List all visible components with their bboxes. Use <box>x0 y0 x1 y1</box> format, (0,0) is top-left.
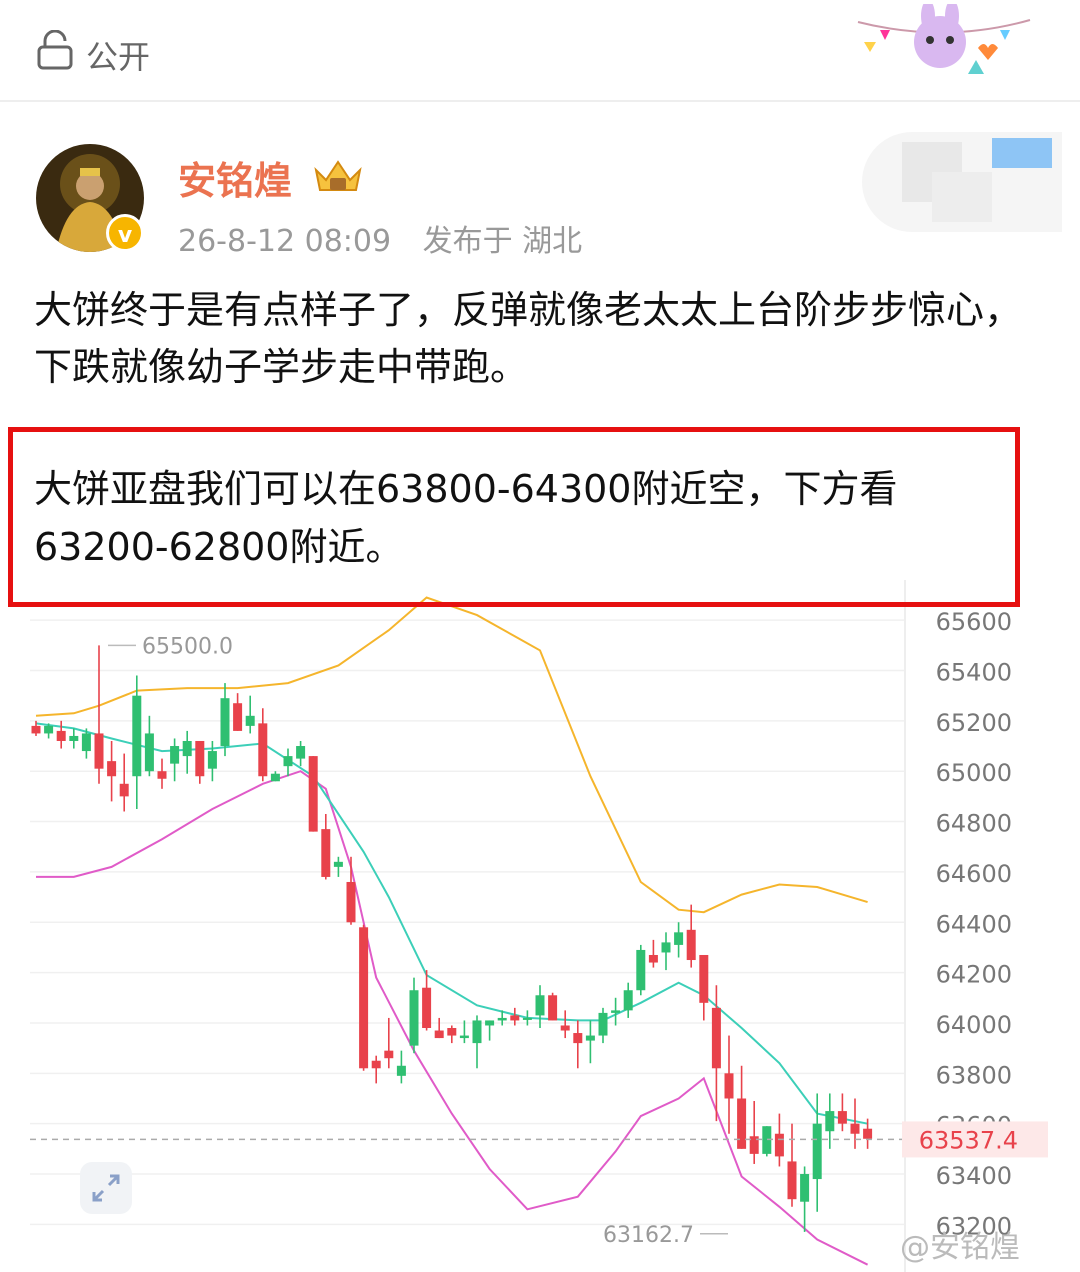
candle-body <box>56 730 66 741</box>
post-timestamp: 26-8-12 08:09 <box>178 224 392 259</box>
candle-body <box>359 927 369 1069</box>
cartoon-decoration-icon <box>857 4 1031 74</box>
y-tick-label: 64000 <box>936 1011 1012 1039</box>
current-price-label: 63537.4 <box>919 1126 1018 1154</box>
candle-body <box>825 1111 835 1132</box>
post-meta: 26-8-12 08:09 发布于 湖北 <box>178 216 582 260</box>
candle-body <box>585 1035 595 1041</box>
candle-body <box>346 881 356 923</box>
candle-body <box>737 1098 747 1149</box>
candle-body <box>270 773 280 782</box>
candle-body <box>94 733 104 769</box>
candle-body <box>144 733 154 772</box>
candle-body <box>711 1007 721 1069</box>
candle-body <box>724 1073 734 1099</box>
candle-body <box>548 995 558 1021</box>
y-tick-label: 64400 <box>936 910 1012 938</box>
candle-body <box>661 942 671 953</box>
candle-body <box>207 751 217 769</box>
candle-body <box>258 723 268 777</box>
y-tick-label: 65200 <box>936 709 1012 737</box>
candle-body <box>611 1010 621 1013</box>
candle-body <box>573 1033 583 1044</box>
top-bar: 公开 <box>0 0 1080 102</box>
y-tick-label: 63400 <box>936 1162 1012 1190</box>
candlestick-chart[interactable]: 6320063400636006380064000642006440064600… <box>0 580 1080 1272</box>
candle-body <box>132 695 142 777</box>
lock-icon <box>37 30 73 70</box>
candle-body <box>522 1017 532 1020</box>
visibility-label[interactable]: 公开 <box>86 32 150 78</box>
candle-body <box>472 1020 482 1044</box>
candle-body <box>636 949 646 991</box>
verified-badge-icon: v <box>106 214 144 252</box>
candle-body <box>296 746 306 759</box>
lower-band-line <box>36 770 869 1266</box>
candle-body <box>182 740 192 757</box>
candle-body <box>447 1028 457 1036</box>
candle-body <box>485 1020 495 1026</box>
candle-body <box>623 990 633 1011</box>
candle-body <box>283 756 293 767</box>
username[interactable]: 安铭煌 <box>178 150 292 205</box>
candle-body <box>800 1174 810 1202</box>
candle-body <box>384 1050 394 1059</box>
candle-body <box>459 1035 469 1039</box>
y-tick-label: 63800 <box>936 1061 1012 1089</box>
candle-body <box>497 1017 507 1021</box>
candle-body <box>409 990 419 1046</box>
y-tick-label: 64200 <box>936 961 1012 989</box>
expand-icon[interactable] <box>80 1162 132 1214</box>
candle-body <box>812 1123 822 1180</box>
candle-body <box>774 1133 784 1157</box>
candle-body <box>107 761 117 777</box>
y-tick-label: 65400 <box>936 658 1012 686</box>
y-tick-label: 65600 <box>936 608 1012 636</box>
candle-body <box>170 746 180 764</box>
candle-body <box>699 954 709 1003</box>
candle-body <box>220 698 230 747</box>
candle-body <box>69 735 79 741</box>
candle-body <box>674 932 684 945</box>
candle-body <box>686 929 696 961</box>
candle-body <box>157 771 167 779</box>
high-price-label: 65500.0 <box>142 634 233 659</box>
y-tick-label: 65000 <box>936 759 1012 787</box>
highlight-box <box>8 427 1020 607</box>
middle-band-line <box>35 722 868 1125</box>
candle-body <box>371 1060 381 1069</box>
watermark: @安铭煌 <box>900 1230 1020 1265</box>
post-location: 发布于 湖北 <box>422 224 583 259</box>
y-tick-label: 64600 <box>936 860 1012 888</box>
candle-body <box>333 861 343 867</box>
candle-body <box>195 740 205 777</box>
y-tick-label: 64800 <box>936 810 1012 838</box>
candle-body <box>31 725 41 734</box>
candle-body <box>308 756 318 832</box>
candle-body <box>598 1012 608 1036</box>
blurred-follow-button[interactable] <box>862 132 1062 232</box>
candle-body <box>396 1065 406 1076</box>
candle-body <box>434 1030 444 1039</box>
candle-body <box>81 733 91 752</box>
candle-body <box>560 1025 570 1031</box>
candle-body <box>119 783 129 797</box>
candle-body <box>321 829 331 877</box>
candle-body <box>510 1015 520 1021</box>
candle-body <box>44 725 54 734</box>
candle-body <box>787 1161 797 1200</box>
post-text: 大饼终于是有点样子了，反弹就像老太太上台阶步步惊心，下跌就像幼子学步走中带跑。 <box>34 288 1023 389</box>
candle-body <box>233 703 243 731</box>
candle-body <box>837 1111 847 1124</box>
candle-body <box>245 715 255 726</box>
candle-body <box>648 954 658 963</box>
candle-body <box>850 1123 860 1134</box>
candle-body <box>863 1128 873 1139</box>
candle-body <box>422 987 432 1028</box>
crown-badge-icon <box>314 160 362 191</box>
candle-body <box>535 995 545 1016</box>
low-price-label: 63162.7 <box>603 1223 694 1248</box>
